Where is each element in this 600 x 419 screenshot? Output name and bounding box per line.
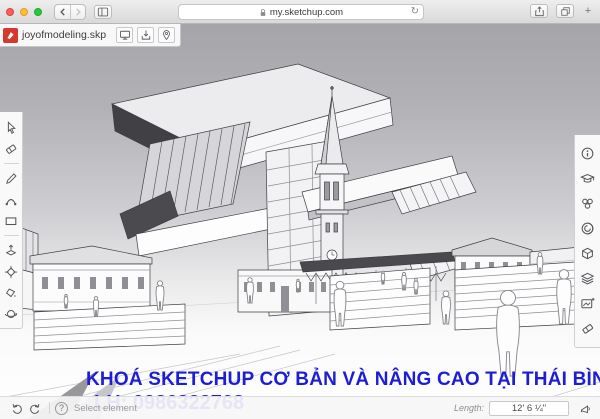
left-tool-rail xyxy=(0,112,23,329)
components-icon xyxy=(582,198,593,209)
eraser-tool-button[interactable] xyxy=(2,138,21,159)
redo-icon xyxy=(30,403,40,414)
feedback-button[interactable] xyxy=(579,402,592,415)
status-bar: ? Select element Length: xyxy=(0,396,600,419)
reload-icon[interactable]: ↻ xyxy=(411,6,419,17)
instructor-icon xyxy=(580,174,595,183)
layers-icon xyxy=(580,272,595,285)
scenes-icon xyxy=(581,297,595,309)
arc-icon xyxy=(5,198,17,205)
undo-button[interactable] xyxy=(8,400,26,416)
app-toolbar: joyofmodeling.skp xyxy=(0,24,182,47)
share-icon xyxy=(534,5,544,16)
sketchup-logo-icon xyxy=(3,27,18,43)
share-button[interactable] xyxy=(530,4,548,18)
sidebar-icon xyxy=(97,7,109,16)
line-tool-button[interactable] xyxy=(2,168,21,189)
browser-titlebar: my.sketchup.com ↻ + xyxy=(0,0,600,24)
save-download-icon xyxy=(141,30,150,40)
filename-label: joyofmodeling.skp xyxy=(22,29,107,41)
tags-button[interactable] xyxy=(578,266,598,291)
right-panel-rail xyxy=(574,135,600,348)
fullscreen-window-button[interactable] xyxy=(34,7,42,16)
eraser-icon xyxy=(6,144,17,154)
entity-info-icon xyxy=(581,147,594,160)
undo-icon xyxy=(12,403,22,414)
help-button[interactable]: ? xyxy=(55,401,68,415)
paint-tool-button[interactable] xyxy=(2,282,21,303)
orbit-tool-button[interactable] xyxy=(2,303,21,324)
paint-bucket-icon xyxy=(5,287,16,297)
back-chevron-icon xyxy=(59,7,65,16)
styles-button[interactable] xyxy=(578,241,598,266)
length-input[interactable] xyxy=(489,400,569,416)
select-arrow-icon xyxy=(7,120,16,134)
measurement-group: Length: xyxy=(453,400,592,416)
pencil-icon xyxy=(6,172,17,184)
instructor-button[interactable] xyxy=(578,166,598,191)
display-button[interactable] xyxy=(578,316,598,341)
pushpull-tool-button[interactable] xyxy=(2,240,21,261)
display-eraser-icon xyxy=(582,324,594,334)
tab-overview-button[interactable] xyxy=(556,4,574,18)
new-tab-button[interactable]: + xyxy=(582,5,594,17)
move-icon xyxy=(4,265,18,278)
redo-button[interactable] xyxy=(26,400,44,416)
move-tool-button[interactable] xyxy=(2,261,21,282)
camera-views-button[interactable] xyxy=(116,27,134,43)
address-bar[interactable]: my.sketchup.com ↻ xyxy=(178,4,424,20)
model-canvas[interactable]: joyofmodeling.skp KHOÁ SKETCHUP CƠ BẢN V… xyxy=(0,24,600,419)
styles-icon xyxy=(582,247,593,260)
orbit-icon xyxy=(4,309,18,318)
rectangle-tool-button[interactable] xyxy=(2,210,21,231)
forward-chevron-icon xyxy=(76,7,81,16)
materials-button[interactable] xyxy=(578,216,598,241)
minimize-window-button[interactable] xyxy=(20,7,28,16)
status-divider xyxy=(49,402,50,414)
back-button[interactable] xyxy=(55,5,70,19)
tabs-icon xyxy=(560,6,570,16)
location-pin-icon xyxy=(163,30,170,41)
close-window-button[interactable] xyxy=(6,7,14,16)
ad-overlay-line1: KHOÁ SKETCHUP CƠ BẢN VÀ NÂNG CAO TẠI THÁ… xyxy=(86,369,600,390)
add-location-button[interactable] xyxy=(158,27,176,43)
url-text: my.sketchup.com xyxy=(269,6,344,18)
monitor-icon xyxy=(119,30,130,40)
save-button[interactable] xyxy=(137,27,155,43)
sidebar-toggle-button[interactable] xyxy=(94,4,112,19)
status-hint: Select element xyxy=(74,402,137,414)
3d-model-scene xyxy=(0,63,600,419)
entity-info-button[interactable] xyxy=(578,141,598,166)
nav-button-group xyxy=(54,3,86,20)
forward-button[interactable] xyxy=(70,4,85,19)
components-button[interactable] xyxy=(578,191,598,216)
select-tool-button[interactable] xyxy=(2,117,21,138)
materials-icon xyxy=(581,222,594,235)
arc-tool-button[interactable] xyxy=(2,189,21,210)
tool-divider xyxy=(3,235,19,236)
rectangle-icon xyxy=(5,216,17,225)
push-pull-icon xyxy=(5,244,17,255)
lock-icon xyxy=(260,8,266,16)
sketchup-web-window: my.sketchup.com ↻ + joyofmodeling.skp KH… xyxy=(0,0,600,419)
scenes-button[interactable] xyxy=(578,291,598,316)
megaphone-icon xyxy=(580,404,590,413)
tool-divider xyxy=(3,163,19,164)
chrome-right-buttons: + xyxy=(530,4,594,18)
length-label: Length: xyxy=(453,403,484,413)
